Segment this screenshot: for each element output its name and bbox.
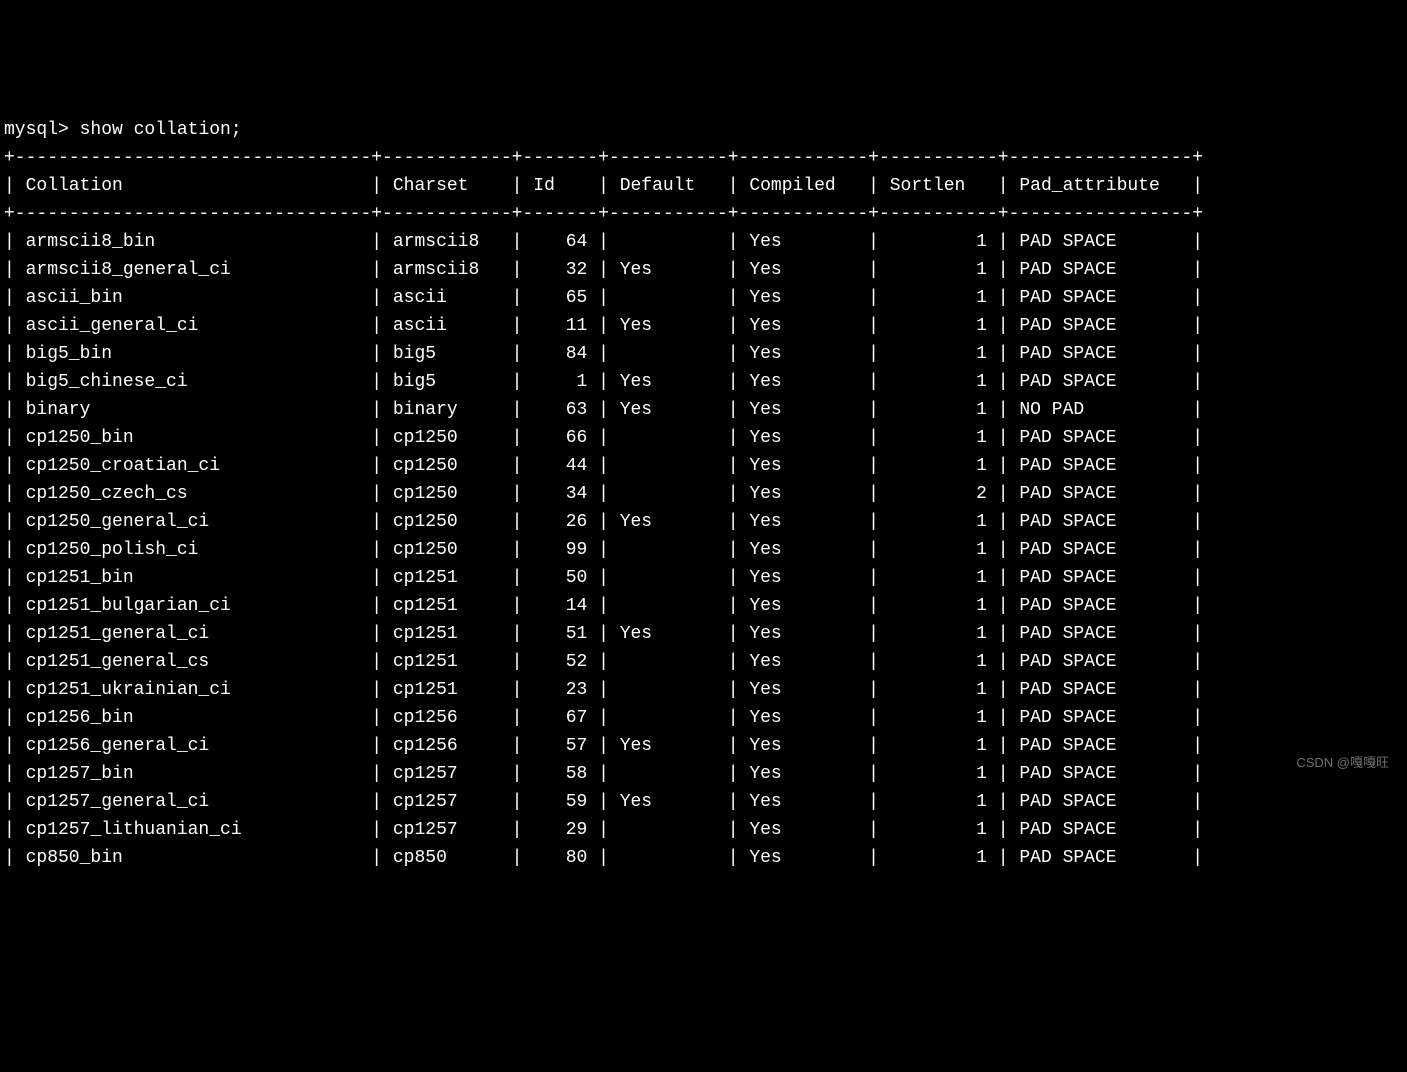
watermark-text: CSDN @嘎嘎旺 bbox=[1296, 749, 1389, 777]
prompt-text: mysql> bbox=[4, 120, 80, 140]
result-table: +---------------------------------+-----… bbox=[4, 148, 1203, 868]
terminal-output[interactable]: mysql> show collation; +----------------… bbox=[0, 112, 1407, 876]
command-text: show collation; bbox=[80, 120, 242, 140]
